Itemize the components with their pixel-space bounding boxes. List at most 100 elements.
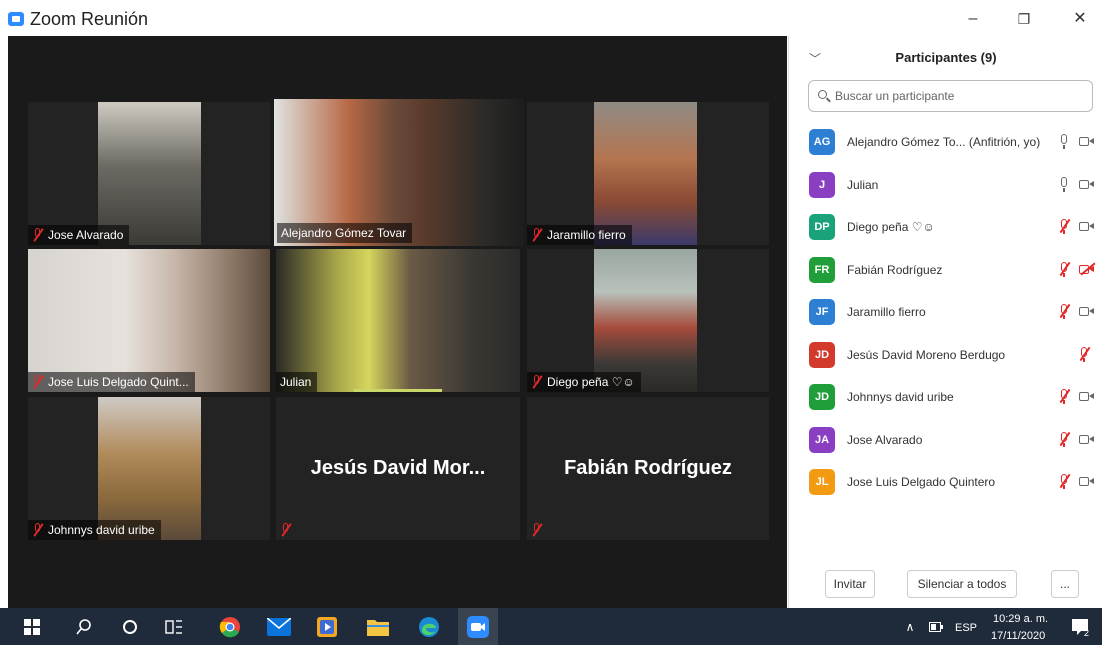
mic-muted-icon	[280, 523, 292, 537]
participant-row[interactable]: JD Johnnys david uribe	[789, 379, 1102, 421]
mic-muted-icon[interactable]	[1057, 218, 1071, 236]
participant-row[interactable]: JD Jesús David Moreno Berdugo	[789, 337, 1102, 379]
tile-label: Jaramillo fierro	[527, 225, 632, 245]
mic-muted-icon	[531, 228, 543, 242]
media-player-icon[interactable]	[307, 608, 347, 645]
tile-label	[527, 520, 549, 540]
video-feed	[594, 249, 697, 392]
avatar: AG	[809, 129, 835, 155]
mail-icon[interactable]	[259, 608, 299, 645]
search-icon	[818, 90, 827, 99]
video-tile[interactable]: Johnnys david uribe	[28, 397, 270, 540]
zoom-taskbar-icon[interactable]	[458, 608, 498, 645]
participant-name: Julian	[847, 177, 879, 192]
search-input[interactable]: Buscar un participante	[808, 80, 1093, 112]
video-feed	[594, 102, 697, 245]
avatar: JD	[809, 384, 835, 410]
mic-muted-icon	[531, 375, 543, 389]
mic-muted-icon[interactable]	[1057, 473, 1071, 491]
mic-icon[interactable]	[1057, 176, 1071, 194]
camera-icon[interactable]	[1079, 391, 1095, 402]
participant-name: Jose Alvarado	[847, 432, 923, 447]
video-gallery: Jose Alvarado Alejandro Gómez Tovar Jara…	[8, 36, 787, 608]
video-tile[interactable]: Jose Luis Delgado Quint...	[28, 249, 270, 392]
start-button[interactable]	[12, 608, 52, 645]
mic-muted-icon	[32, 523, 44, 537]
search-icon[interactable]	[64, 608, 104, 645]
participant-name: Alejandro Gómez To... (Anfitrión, yo)	[847, 135, 1041, 149]
participant-row[interactable]: JF Jaramillo fierro	[789, 294, 1102, 336]
title-bar: Zoom Reunión – ❐ ✕	[0, 0, 1102, 38]
mic-muted-icon[interactable]	[1057, 303, 1071, 321]
participant-row[interactable]: DP Diego peña ♡☺	[789, 209, 1102, 251]
chrome-icon[interactable]	[210, 608, 250, 645]
camera-icon[interactable]	[1079, 476, 1095, 487]
video-tile[interactable]: Jaramillo fierro	[527, 102, 769, 245]
notifications-icon[interactable]: 2	[1062, 608, 1098, 645]
file-explorer-icon[interactable]	[358, 608, 398, 645]
participant-row[interactable]: FR Fabián Rodríguez	[789, 252, 1102, 294]
participant-row[interactable]: J Julian	[789, 167, 1102, 209]
search-placeholder: Buscar un participante	[835, 89, 955, 103]
mic-muted-icon[interactable]	[1057, 388, 1071, 406]
video-feed	[98, 102, 201, 245]
tile-label: Julian	[276, 372, 318, 392]
panel-title: Participantes (9)	[895, 50, 997, 65]
edge-icon[interactable]	[409, 608, 449, 645]
taskbar: ∧ ESP 10:29 a. m. 17/11/2020 2	[0, 608, 1102, 645]
tile-label: Johnnys david uribe	[28, 520, 161, 540]
camera-icon[interactable]	[1079, 179, 1095, 190]
camera-off-icon[interactable]	[1079, 264, 1095, 275]
mic-icon[interactable]	[1057, 133, 1071, 151]
video-tile[interactable]: Diego peña ♡☺	[527, 249, 769, 392]
participants-panel: ﹀ Participantes (9) Buscar un participan…	[788, 36, 1102, 608]
notification-count: 2	[1084, 628, 1090, 638]
restore-button[interactable]: ❐	[1004, 6, 1044, 32]
participant-row[interactable]: JA Jose Alvarado	[789, 422, 1102, 464]
tile-label: Jose Alvarado	[28, 225, 130, 245]
mute-all-button[interactable]: Silenciar a todos	[907, 570, 1017, 598]
tile-label: Alejandro Gómez Tovar	[277, 223, 413, 243]
invite-button[interactable]: Invitar	[825, 570, 875, 598]
video-tile-no-video[interactable]: Fabián Rodríguez	[527, 397, 769, 540]
more-button[interactable]: ...	[1051, 570, 1079, 598]
mic-muted-icon	[531, 523, 543, 537]
participant-row[interactable]: AG Alejandro Gómez To... (Anfitrión, yo)	[789, 124, 1102, 166]
video-feed	[98, 397, 201, 540]
language-indicator[interactable]: ESP	[955, 622, 977, 634]
video-tile[interactable]: Jose Alvarado	[28, 102, 270, 245]
camera-icon[interactable]	[1079, 136, 1095, 147]
avatar: JL	[809, 469, 835, 495]
participant-name: Jaramillo fierro	[847, 305, 926, 319]
participant-name: Fabián Rodríguez	[847, 262, 943, 277]
avatar: JF	[809, 299, 835, 325]
video-feed	[28, 249, 270, 392]
cortana-icon[interactable]	[110, 608, 150, 645]
video-tile-active-speaker[interactable]: Alejandro Gómez Tovar	[274, 99, 524, 246]
camera-icon[interactable]	[1079, 434, 1095, 445]
participant-name: Jose Luis Delgado Quintero	[847, 475, 996, 489]
participant-name: Fabián Rodríguez	[564, 457, 732, 479]
camera-icon[interactable]	[1079, 221, 1095, 232]
clock-date[interactable]: 17/11/2020	[991, 630, 1045, 642]
window-title: Zoom Reunión	[30, 9, 149, 29]
participant-name: Jesús David Mor...	[310, 457, 486, 479]
zoom-app-icon	[8, 12, 24, 26]
close-button[interactable]: ✕	[1060, 6, 1100, 32]
task-view-icon[interactable]	[154, 608, 194, 645]
mic-muted-icon[interactable]	[1057, 261, 1071, 279]
mic-muted-icon[interactable]	[1077, 346, 1091, 364]
tile-label: Diego peña ♡☺	[527, 372, 641, 392]
mic-muted-icon[interactable]	[1057, 431, 1071, 449]
video-feed	[276, 249, 520, 392]
tile-label	[276, 520, 298, 540]
participant-row[interactable]: JL Jose Luis Delgado Quintero	[789, 464, 1102, 506]
minimize-button[interactable]: –	[953, 6, 993, 32]
battery-icon[interactable]	[926, 608, 946, 645]
video-tile[interactable]: Julian	[276, 249, 520, 392]
camera-icon[interactable]	[1079, 306, 1095, 317]
video-tile-no-video[interactable]: Jesús David Mor...	[276, 397, 520, 540]
clock-time[interactable]: 10:29 a. m.	[993, 613, 1048, 625]
chevron-up-icon[interactable]: ∧	[900, 608, 920, 645]
participant-name: Johnnys david uribe	[847, 390, 954, 404]
